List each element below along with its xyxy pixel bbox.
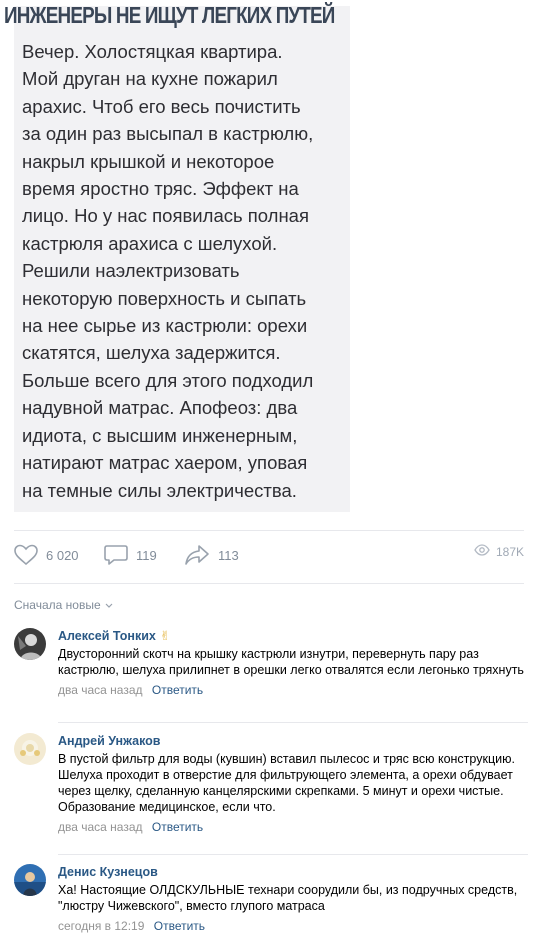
victory-hand-icon: ✌ <box>159 629 171 643</box>
views-count: 187K <box>495 544 524 559</box>
story-line: Решили наэлектризовать <box>22 260 240 282</box>
sort-label: Сначала новые <box>14 598 101 612</box>
story-line: Вечер. Холостяцкая квартира. <box>22 41 283 62</box>
story-line: Мой друган на кухне пожарил <box>22 68 278 90</box>
story-line: идиота, с высшим инженерным, <box>22 424 298 446</box>
reply-link[interactable]: Ответить <box>152 683 203 697</box>
comment-author[interactable]: Андрей Унжаков <box>58 733 524 749</box>
avatar[interactable] <box>14 628 46 660</box>
comment-time[interactable]: два часа назад <box>58 820 143 834</box>
story-line: на темные силы электричества. <box>22 479 297 501</box>
story-line: надувной матрас. Апофеоз: два <box>22 397 298 419</box>
story-line: скатятся, шелуха задержится. <box>22 342 281 364</box>
story-line: кастрюля арахиса с шелухой. <box>22 232 278 254</box>
story-line: некоторую поверхность и сыпать <box>22 287 307 309</box>
comment-time[interactable]: сегодня в 12:19 <box>58 919 144 933</box>
comment-author-name: Денис Кузнецов <box>58 865 158 879</box>
story-line: Больше всего для этого подходил <box>22 369 314 391</box>
story-line: на нее сырье из кастрюли: орехи <box>22 315 308 337</box>
speech-bubble-icon <box>104 544 128 566</box>
comments-sort-dropdown[interactable]: Сначала новые <box>14 598 113 612</box>
comment-button[interactable]: 119 <box>104 544 157 566</box>
comment-divider <box>58 722 528 723</box>
eye-icon <box>474 544 490 559</box>
reply-link[interactable]: Ответить <box>152 820 203 834</box>
comment-meta: два часа назад Ответить <box>58 682 524 698</box>
story-line: накрыл крышкой и некоторое <box>22 150 275 172</box>
story-line: арахис. Чтоб его весь почистить <box>22 95 301 117</box>
views-counter: 187K <box>474 544 524 559</box>
divider <box>14 583 524 584</box>
like-button[interactable]: 6 020 <box>14 544 79 566</box>
story-line: натирают матрас хаером, уповая <box>22 452 308 474</box>
post-story-text: Вечер. Холостяцкая квартира. Мой друган н… <box>22 38 342 504</box>
comments-count: 119 <box>136 547 157 563</box>
comment-meta: сегодня в 12:19 Ответить <box>58 918 524 934</box>
comment-author[interactable]: Алексей Тонких ✌ <box>58 628 524 644</box>
story-line: за один раз высыпал в кастрюлю, <box>22 123 314 145</box>
story-line: лицо. Но у нас появилась полная <box>22 205 309 227</box>
shares-count: 113 <box>218 547 239 563</box>
comment-meta: два часа назад Ответить <box>58 819 524 835</box>
heart-icon <box>14 544 38 566</box>
comment-author-name: Андрей Унжаков <box>58 734 161 748</box>
comment-text: Ха! Настоящие ОЛДСКУЛЬНЫЕ технари сооруд… <box>58 883 518 913</box>
comment-author-name: Алексей Тонких <box>58 629 156 643</box>
post-headline: ИНЖЕНЕРЫ НЕ ИЩУТ ЛЕГКИХ ПУТЕЙ <box>4 2 335 28</box>
chevron-down-icon <box>105 598 113 612</box>
comment-time[interactable]: два часа назад <box>58 683 143 697</box>
story-line: время яростно тряс. Эффект на <box>22 178 299 200</box>
avatar[interactable] <box>14 733 46 765</box>
comment-text: В пустой фильтр для воды (кувшин) встави… <box>58 752 515 798</box>
divider <box>14 530 524 531</box>
share-button[interactable]: 113 <box>184 544 239 566</box>
post-actions-bar: 6 020 119 113 187K <box>14 544 524 572</box>
comment-author[interactable]: Денис Кузнецов <box>58 864 524 880</box>
avatar[interactable] <box>14 864 46 896</box>
likes-count: 6 020 <box>46 547 79 563</box>
share-arrow-icon <box>184 544 210 566</box>
reply-link[interactable]: Ответить <box>154 919 205 933</box>
comment-text: Двусторонний скотч на крышку кастрюли из… <box>58 647 524 677</box>
comment-divider <box>58 854 528 855</box>
comment-text-extra: Образование медицинское, если что. <box>58 800 276 814</box>
